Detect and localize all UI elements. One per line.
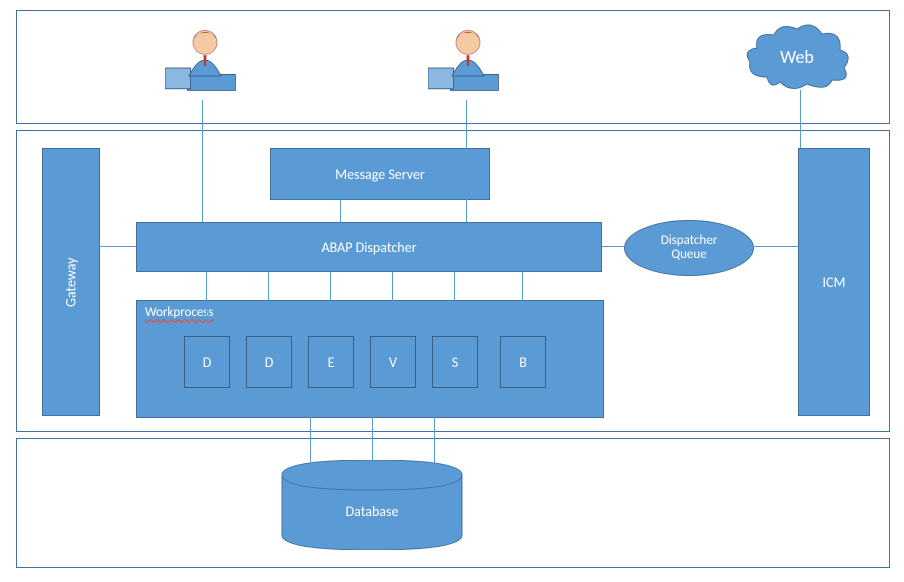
connector: [206, 272, 207, 336]
wp-box-label: D: [265, 354, 274, 371]
wp-box-label: S: [452, 354, 458, 371]
connector: [310, 416, 311, 466]
connector: [100, 246, 136, 247]
connector: [800, 90, 801, 148]
connector: [202, 100, 203, 222]
connector: [434, 416, 435, 466]
connector: [466, 100, 467, 222]
wp-box-5: B: [500, 336, 546, 388]
connector: [268, 272, 269, 336]
connector: [392, 272, 393, 336]
wp-box-3: V: [370, 336, 416, 388]
connector: [372, 416, 373, 460]
connector: [602, 246, 624, 247]
connector: [522, 272, 523, 336]
wp-box-4: S: [432, 336, 478, 388]
wp-box-label: D: [203, 354, 212, 371]
message-server-label: Message Server: [335, 166, 425, 183]
abap-dispatcher-label: ABAP Dispatcher: [322, 239, 417, 256]
web-cloud-label: Web: [780, 46, 814, 68]
dispatcher-queue-line1: Dispatcher: [661, 234, 718, 248]
wp-box-1: D: [246, 336, 292, 388]
database-label: Database: [272, 503, 472, 520]
wp-box-0: D: [184, 336, 230, 388]
connector: [754, 246, 798, 247]
dispatcher-queue-line2: Queue: [671, 248, 706, 262]
gateway-box: Gateway: [42, 148, 100, 416]
gateway-label: Gateway: [63, 257, 80, 306]
workprocess-label: Workprocess: [145, 305, 213, 320]
web-cloud: Web: [742, 22, 852, 92]
abap-dispatcher-box: ABAP Dispatcher: [136, 222, 602, 272]
wp-box-label: B: [519, 354, 527, 371]
icm-label: ICM: [823, 274, 846, 291]
dispatcher-queue-ellipse: Dispatcher Queue: [624, 220, 754, 276]
connector: [340, 200, 341, 222]
wp-box-label: E: [328, 354, 335, 371]
message-server-box: Message Server: [270, 148, 490, 200]
wp-box-2: E: [308, 336, 354, 388]
wp-box-label: V: [389, 354, 397, 371]
user-icon: [428, 20, 508, 100]
icm-box: ICM: [798, 148, 870, 416]
connector: [330, 272, 331, 336]
database-cylinder: Database: [272, 460, 472, 550]
connector: [454, 272, 455, 336]
diagram-canvas: Web Gateway Message Server ABAP Dispatch…: [10, 10, 894, 572]
user-icon: [165, 20, 245, 100]
